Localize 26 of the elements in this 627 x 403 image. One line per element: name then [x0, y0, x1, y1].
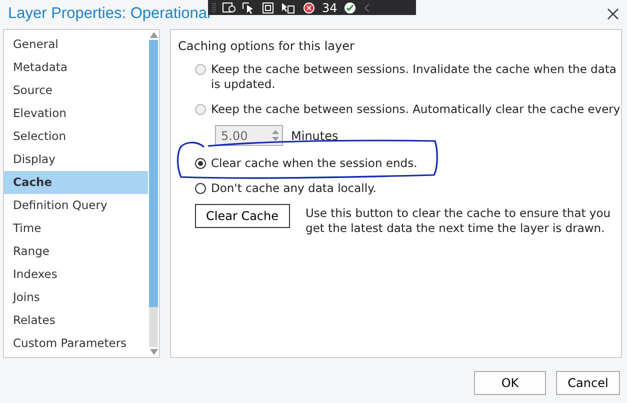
page-list-item[interactable]: Indexes	[4, 263, 148, 286]
cancel-button[interactable]: Cancel	[556, 371, 620, 395]
option-label: Keep the cache between sessions. Automatically clear the cache every	[211, 102, 620, 117]
option-label: Don't cache any data locally.	[211, 181, 376, 196]
window-title: Layer Properties: Operational	[8, 4, 210, 22]
page-list-item[interactable]: Metadata	[4, 56, 148, 79]
option-label: Keep the cache between sessions. Invalidate the cache when the data is updated.	[211, 62, 618, 92]
option-label: Clear cache when the session ends.	[211, 156, 418, 171]
page-list-item[interactable]: Selection	[4, 125, 148, 148]
page-list-item[interactable]: Definition Query	[4, 194, 148, 217]
page-list-item[interactable]: General	[4, 33, 148, 56]
page-list-item[interactable]: Joins	[4, 286, 148, 309]
page-list-item[interactable]: Display	[4, 148, 148, 171]
page-list-item[interactable]: Elevation	[4, 102, 148, 125]
page-list-item[interactable]: Source	[4, 79, 148, 102]
error-count: 34	[322, 0, 338, 14]
page-list-item[interactable]: Relates	[4, 309, 148, 332]
section-heading: Caching options for this layer	[178, 39, 356, 53]
page-list-item[interactable]: Range	[4, 240, 148, 263]
page-list-item[interactable]: Time	[4, 217, 148, 240]
page-list-item[interactable]: Cache	[4, 171, 148, 194]
ok-button[interactable]: OK	[474, 371, 546, 395]
clear-cache-note: Use this button to clear the cache to ensure that you get the latest data the next time the layer is drawn.	[306, 206, 612, 236]
clear-cache-button[interactable]: Clear Cache	[195, 204, 290, 228]
page-list-item[interactable]: Custom Parameters	[4, 332, 148, 355]
unit-label: Minutes	[291, 128, 338, 142]
